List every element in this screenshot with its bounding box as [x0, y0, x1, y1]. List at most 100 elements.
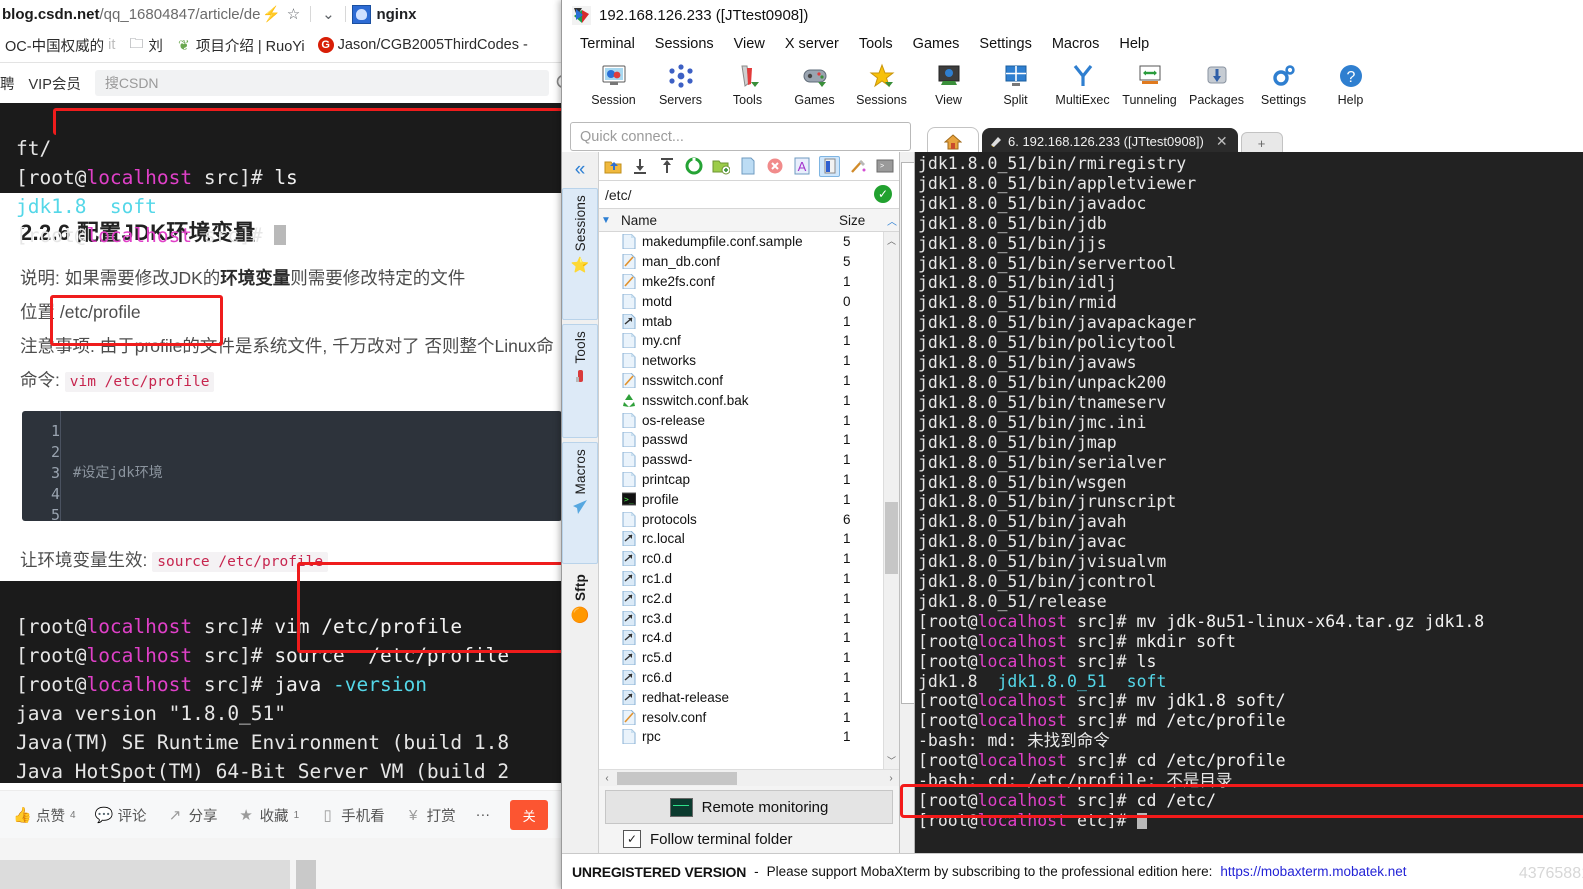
scroll-right-icon[interactable]: ›	[883, 773, 899, 784]
menu-view[interactable]: View	[724, 33, 775, 55]
quick-connect-input[interactable]: Quick connect...	[570, 122, 911, 151]
star-outline-icon[interactable]: ☆	[282, 3, 304, 25]
menu-xserver[interactable]: X server	[775, 33, 849, 55]
sftp-file-row[interactable]: nsswitch.conf.bak 1	[599, 390, 899, 410]
toolbar-button-tunneling[interactable]: Tunneling	[1116, 61, 1183, 107]
action-more[interactable]: ···	[476, 807, 491, 823]
subscribe-button[interactable]: 关	[510, 800, 549, 830]
delete-icon[interactable]	[765, 157, 784, 176]
sftp-file-row[interactable]: mtab 1	[599, 311, 899, 331]
sidebar-item-tools[interactable]: Tools	[562, 324, 598, 438]
search-input[interactable]: 搜CSDN	[94, 70, 574, 96]
menu-games[interactable]: Games	[903, 33, 970, 55]
bookmark-item[interactable]: G Jason/CGB2005ThirdCodes -	[313, 35, 533, 55]
action-like[interactable]: 👍 点赞 4	[13, 805, 75, 826]
scroll-thumb[interactable]	[885, 502, 898, 574]
download-icon[interactable]	[631, 157, 650, 176]
toolbar-button-packages[interactable]: Packages	[1183, 61, 1250, 107]
toolbar-button-session[interactable]: Session	[580, 61, 647, 107]
check-circle-icon[interactable]: ✓	[874, 185, 892, 203]
column-header-name[interactable]: Name	[613, 213, 839, 228]
action-comment[interactable]: 💬 评论	[95, 805, 147, 826]
scroll-down-icon[interactable]: ﹀	[885, 753, 898, 768]
scroll-up-icon[interactable]: ︿	[885, 233, 898, 248]
menu-macros[interactable]: Macros	[1042, 33, 1110, 55]
sftp-file-row[interactable]: networks 1	[599, 351, 899, 371]
sftp-file-row[interactable]: rc2.d 1	[599, 588, 899, 608]
sftp-file-row[interactable]: motd 0	[599, 291, 899, 311]
toolbar-button-servers[interactable]: Servers	[647, 61, 714, 107]
chevron-down-icon[interactable]: ⌄	[317, 3, 339, 25]
sftp-file-row[interactable]: makedumpfile.conf.sample 5	[599, 232, 899, 252]
sftp-file-row[interactable]: mke2fs.conf 1	[599, 272, 899, 292]
toolbar-button-split[interactable]: Split	[982, 61, 1049, 107]
new-folder-icon[interactable]	[712, 157, 731, 176]
toolbar-button-multiexec[interactable]: MultiExec	[1049, 61, 1116, 107]
sftp-file-row[interactable]: >_ profile 1	[599, 489, 899, 509]
sftp-file-row[interactable]: rpc 1	[599, 727, 899, 747]
toolbar-button-settings[interactable]: Settings	[1250, 61, 1317, 107]
toolbar-button-games[interactable]: Games	[781, 61, 848, 107]
action-favorite[interactable]: ★ 收藏 1	[238, 805, 299, 826]
sort-desc-icon[interactable]: ▼	[599, 215, 613, 226]
nav-recruit[interactable]: 聘	[0, 73, 15, 94]
sftp-file-row[interactable]: rc3.d 1	[599, 608, 899, 628]
sftp-vertical-scrollbar[interactable]: ︿ ﹀	[883, 232, 899, 769]
sftp-file-row[interactable]: protocols 6	[599, 509, 899, 529]
sftp-file-row[interactable]: rc6.d 1	[599, 668, 899, 688]
scroll-thumb-h[interactable]	[617, 771, 737, 785]
edit-magic-icon[interactable]	[848, 157, 867, 176]
sftp-file-row[interactable]: passwd- 1	[599, 450, 899, 470]
sftp-file-row[interactable]: nsswitch.conf 1	[599, 371, 899, 391]
nav-vip[interactable]: VIP会员	[29, 73, 81, 94]
bookmark-item[interactable]: 🗀 刘	[123, 33, 168, 58]
menu-terminal[interactable]: Terminal	[570, 33, 645, 55]
scroll-thumb[interactable]	[901, 162, 915, 704]
sftp-file-row[interactable]: passwd 1	[599, 430, 899, 450]
remote-monitoring-button[interactable]: Remote monitoring	[605, 790, 893, 824]
double-chevron-left-icon[interactable]: «	[562, 152, 598, 188]
action-reward[interactable]: ¥ 打赏	[405, 805, 456, 826]
lightning-icon[interactable]: ⚡	[260, 3, 282, 25]
sftp-file-row[interactable]: my.cnf 1	[599, 331, 899, 351]
sftp-file-row[interactable]: rc5.d 1	[599, 648, 899, 668]
menu-settings[interactable]: Settings	[969, 33, 1041, 55]
toolbar-button-help[interactable]: ? Help	[1317, 61, 1384, 107]
toolbar-button-sessions[interactable]: Sessions	[848, 61, 915, 107]
toolbar-button-view[interactable]: View	[915, 61, 982, 107]
browser-url-bar[interactable]: blog.csdn.net/qq_16804847/article/de ⚡ ☆…	[0, 0, 583, 28]
binary-mode-icon[interactable]	[819, 155, 841, 177]
tab-session-active[interactable]: 6. 192.168.126.233 ([JTtest0908]) ✕	[982, 128, 1238, 155]
refresh-icon[interactable]	[685, 157, 704, 176]
terminal-icon[interactable]: >	[875, 157, 894, 176]
follow-terminal-checkbox[interactable]: ✓	[623, 830, 641, 848]
bookmark-item[interactable]: ❦ 项目介绍 | RuoYi	[171, 33, 310, 58]
sidebar-item-macros[interactable]: Macros	[562, 442, 598, 564]
text-mode-icon[interactable]: A	[792, 157, 811, 176]
sftp-file-row[interactable]: rc.local 1	[599, 529, 899, 549]
chevron-up-icon[interactable]: ︿	[885, 213, 899, 228]
column-header-size[interactable]: Size	[839, 213, 885, 228]
scroll-left-icon[interactable]: ‹	[599, 773, 615, 784]
status-link[interactable]: https://mobaxterm.mobatek.net	[1220, 864, 1406, 879]
sftp-horizontal-scrollbar[interactable]: ‹ ›	[599, 769, 899, 786]
action-share[interactable]: ↗ 分享	[167, 805, 218, 826]
parent-folder-icon[interactable]	[604, 157, 623, 176]
upload-icon[interactable]	[658, 157, 677, 176]
tab-home[interactable]	[927, 127, 979, 155]
sftp-file-row[interactable]: man_db.conf 5	[599, 252, 899, 272]
browser-tab-nginx[interactable]: nginx	[352, 4, 416, 24]
address-text[interactable]: blog.csdn.net/qq_16804847/article/de	[0, 6, 260, 23]
toolbar-button-tools[interactable]: Tools	[714, 61, 781, 107]
sftp-file-list[interactable]: ︿ ﹀ makedumpfile.conf.sample 5 man_db.conf…	[599, 232, 899, 769]
menu-help[interactable]: Help	[1109, 33, 1159, 55]
sidebar-item-sessions[interactable]: Sessions ⭐	[562, 188, 598, 320]
sftp-file-row[interactable]: printcap 1	[599, 470, 899, 490]
action-mobile[interactable]: ▯ 手机看	[319, 805, 384, 826]
sftp-file-row[interactable]: rc0.d 1	[599, 549, 899, 569]
menu-tools[interactable]: Tools	[849, 33, 903, 55]
new-file-icon[interactable]	[739, 157, 758, 176]
bookmark-item[interactable]: OC-中国权威的 it	[0, 33, 120, 58]
terminal-scrollbar[interactable]	[900, 152, 915, 854]
sftp-file-row[interactable]: resolv.conf 1	[599, 707, 899, 727]
